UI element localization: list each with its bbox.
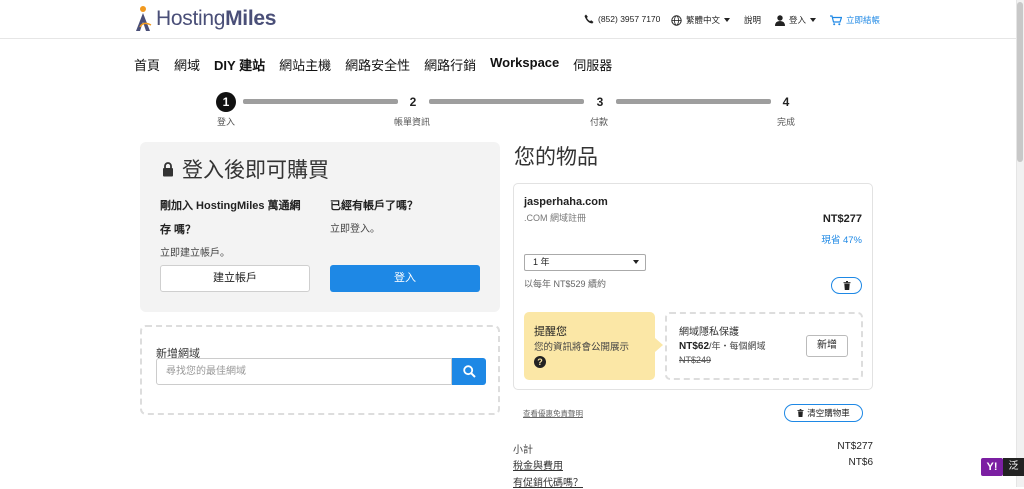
login-label: 登入 [789,15,807,25]
step-1-number: 1 [216,92,236,112]
logo-mark-icon [134,5,154,33]
subtotal-value: NT$277 [837,441,873,452]
cart-title: 您的物品 [514,146,598,169]
hostingmiles-logo[interactable]: HostingMiles [134,4,276,34]
language-label: 繁體中文 [686,15,721,25]
nav-hosting[interactable]: 網站主機 [279,55,331,74]
fees-row: 稅金與費用 NT$6 [513,457,873,472]
step-3-number: 3 [596,95,604,109]
add-privacy-button[interactable]: 新增 [806,335,848,357]
new-customer-heading-line2: 存 嗎？ [160,224,197,236]
step-4-number: 4 [782,95,790,109]
nav-domains[interactable]: 網域 [174,55,200,74]
reminder-pointer [655,338,663,352]
reminder-title: 提醒您 [534,326,567,338]
fees-link[interactable]: 稅金與費用 [513,461,563,472]
login-title-text: 登入後即可購買 [182,159,329,182]
cart-item-card: jasperhaha.com .COM 網域註冊 NT$277 現省 47% 1… [513,183,873,390]
step-connector [616,99,771,104]
renewal-text: 以每年 NT$529 續約 [524,279,607,289]
login-button[interactable]: 登入 [330,265,480,292]
clear-cart-button[interactable]: 清空購物車 [784,404,863,422]
nav-security[interactable]: 網路安全性 [345,55,410,74]
cart-item-price: NT$277 [822,213,862,225]
login-panel-title: 登入後即可購買 [162,154,329,184]
existing-customer-sub: 立即登入。 [330,224,380,235]
fees-value: NT$6 [848,457,873,468]
account-menu[interactable]: 登入 [775,14,817,26]
chevron-down-icon [724,18,731,22]
step-4-label: 完成 [777,117,796,127]
phone-number: (852) 3957 7170 [598,14,661,24]
step-1-label: 登入 [217,117,236,127]
reminder-text: 您的資訊將會公開展示 [534,342,630,353]
help-link[interactable]: 說明 [744,14,761,26]
privacy-upsell: 網域隱私保護 NT$62/年・每個網域 NT$249 新增 [665,312,863,380]
cart-icon [830,14,842,25]
logo-text: HostingMiles [156,7,277,30]
nav-servers[interactable]: 伺服器 [573,55,612,74]
step-connector [429,99,584,104]
privacy-title: 網域隱私保護 [679,327,739,338]
nav-diy-site[interactable]: DIY 建站 [214,55,265,74]
privacy-price: NT$62/年・每個網域 [679,341,766,352]
subtotal-row: 小計 NT$277 [513,441,873,456]
clear-cart-label: 清空購物車 [807,408,850,418]
help-icon[interactable]: ? [534,356,546,368]
new-customer-sub: 立即建立帳戶。 [160,248,230,259]
new-customer-heading: 剛加入 HostingMiles 萬通網 存 嗎？ [160,194,301,242]
subtotal-label: 小計 [513,445,533,456]
yahoo-widget-icon[interactable]: Y! [981,458,1003,476]
term-select[interactable]: 1 年 [524,254,646,271]
create-account-button[interactable]: 建立帳戶 [160,265,310,292]
cart-item-domain: jasperhaha.com [524,196,608,208]
search-icon [462,365,476,378]
trash-icon [797,409,804,417]
existing-customer-heading: 已經有帳戶了嗎？ [330,200,418,212]
phone-link[interactable]: (852) 3957 7170 [584,14,660,24]
promo-code-link[interactable]: 有促銷代碼嗎？ [513,478,583,489]
language-selector[interactable]: 繁體中文 [671,14,731,26]
nav-workspace[interactable]: Workspace [490,55,559,74]
privacy-reminder: 提醒您 您的資訊將會公開展示 ? [524,312,655,380]
widget-side-label[interactable]: 泛 [1003,458,1024,476]
add-domain-panel: 新增網域 尋找您的最佳網域 [140,325,500,415]
trash-icon [843,281,850,290]
main-nav: 首頁 網域 DIY 建站 網站主機 網路安全性 網路行銷 Workspace 伺… [134,55,612,74]
user-icon [775,14,785,26]
step-connector [243,99,398,104]
new-customer-heading-line1: 剛加入 HostingMiles 萬通網 [160,200,301,212]
cart-item-savings: 現省 47% [821,235,862,246]
term-value: 1 年 [533,257,550,267]
step-3-label: 付款 [590,117,609,127]
login-panel: 登入後即可購買 剛加入 HostingMiles 萬通網 存 嗎？ 立即建立帳戶… [140,142,500,312]
cart-item-type: .COM 網域註冊 [524,213,586,223]
help-label: 說明 [744,15,762,25]
step-2-label: 帳單資訊 [394,117,431,127]
checkout-steps: 1 2 3 4 登入 帳單資訊 付款 完成 [216,92,801,132]
chevron-down-icon [633,260,639,264]
scrollbar-thumb[interactable] [1017,2,1023,162]
remove-item-button[interactable] [831,277,862,294]
domain-search-input[interactable]: 尋找您的最佳網域 [156,358,452,385]
domain-search-button[interactable] [452,358,486,385]
step-2-number: 2 [409,95,417,109]
page-scrollbar[interactable] [1016,0,1024,487]
chevron-down-icon [810,18,817,22]
nav-marketing[interactable]: 網路行銷 [424,55,476,74]
disclaimer-link[interactable]: 查看優惠免責聲明 [523,408,583,419]
lock-icon [163,161,173,176]
phone-icon [584,14,594,24]
top-header: HostingMiles (852) 3957 7170 繁體中文 說明 登入 … [0,0,1016,39]
nav-home[interactable]: 首頁 [134,55,160,74]
privacy-old-price: NT$249 [679,355,712,365]
globe-icon [671,14,682,26]
checkout-link[interactable]: 立即結帳 [830,14,880,26]
checkout-label: 立即結帳 [846,15,881,25]
